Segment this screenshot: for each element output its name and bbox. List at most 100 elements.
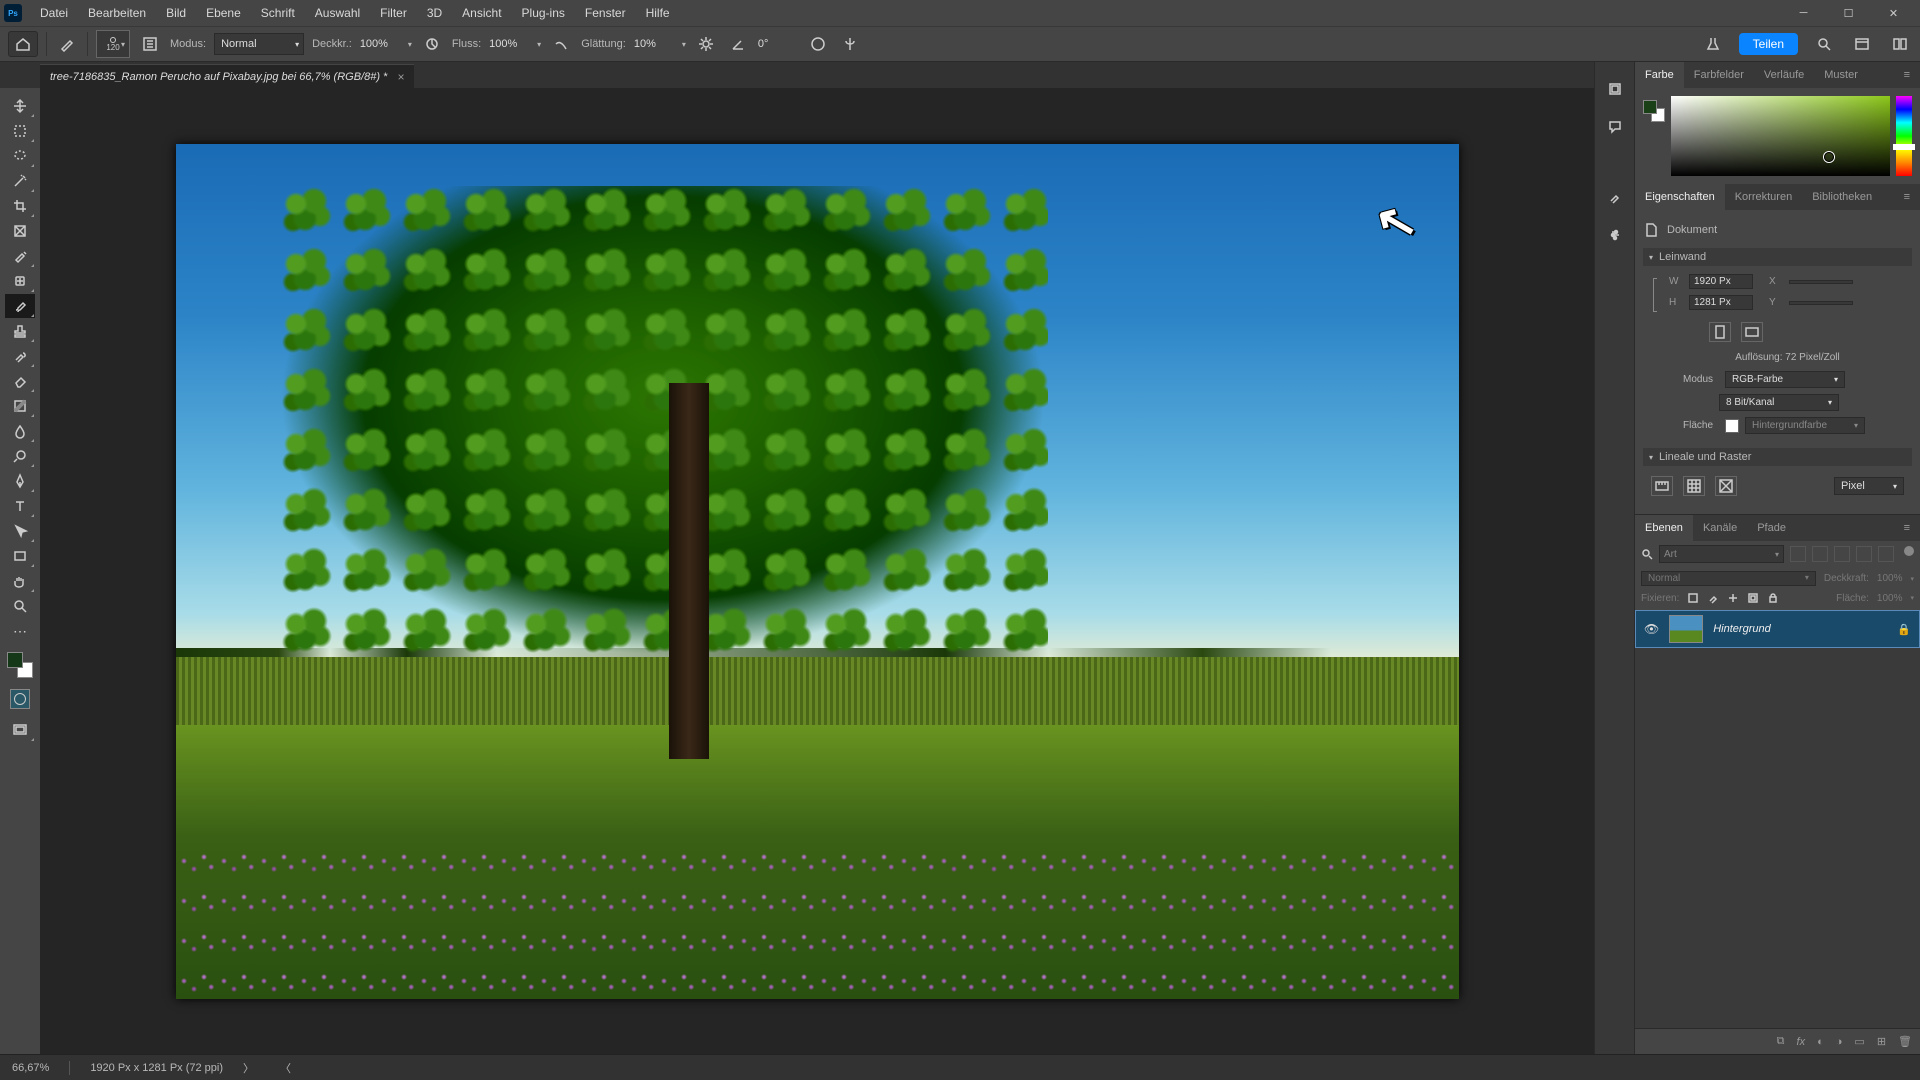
fx-icon[interactable]: fx bbox=[1797, 1036, 1806, 1048]
tab-korrekturen[interactable]: Korrekturen bbox=[1725, 184, 1802, 210]
rulers-section-header[interactable]: ▾Lineale und Raster bbox=[1643, 448, 1912, 466]
tab-bibliotheken[interactable]: Bibliotheken bbox=[1802, 184, 1882, 210]
panel-menu-icon[interactable]: ≡ bbox=[1894, 515, 1920, 541]
color-field[interactable] bbox=[1671, 96, 1890, 176]
window-maximize[interactable]: ☐ bbox=[1826, 0, 1871, 26]
tab-kanale[interactable]: Kanäle bbox=[1693, 515, 1747, 541]
color-fgbg-mini[interactable] bbox=[1643, 100, 1665, 122]
shape-tool[interactable] bbox=[5, 544, 35, 568]
lock-pixels-icon[interactable] bbox=[1687, 592, 1699, 604]
y-input[interactable] bbox=[1789, 301, 1853, 305]
zoom-level[interactable]: 66,67% bbox=[12, 1062, 49, 1074]
panel-menu-icon[interactable]: ≡ bbox=[1894, 62, 1920, 88]
adjustment-layer-icon[interactable]: ◑ bbox=[1836, 1036, 1843, 1048]
filter-shape-icon[interactable] bbox=[1856, 546, 1872, 562]
layer-row-background[interactable]: 👁 Hintergrund 🔒 bbox=[1635, 610, 1920, 648]
filter-smart-icon[interactable] bbox=[1878, 546, 1894, 562]
status-nav-left[interactable]: 〈 bbox=[280, 1060, 291, 1076]
adjustments-panel-icon[interactable] bbox=[1602, 222, 1628, 248]
tab-farbfelder[interactable]: Farbfelder bbox=[1684, 62, 1754, 88]
link-dimensions-icon[interactable] bbox=[1649, 278, 1661, 312]
layer-opacity-input[interactable]: 100% bbox=[1877, 573, 1903, 584]
workspace-icon[interactable] bbox=[1850, 32, 1874, 56]
search-icon[interactable] bbox=[1812, 32, 1836, 56]
panel-menu-icon[interactable]: ≡ bbox=[1894, 184, 1920, 210]
lock-icon[interactable]: 🔒 bbox=[1897, 623, 1911, 636]
color-mode-select[interactable]: RGB-Farbe▾ bbox=[1725, 371, 1845, 388]
width-input[interactable]: 1920 Px bbox=[1689, 274, 1753, 289]
stamp-tool[interactable] bbox=[5, 319, 35, 343]
menu-plugins[interactable]: Plug-ins bbox=[512, 0, 575, 26]
landscape-icon[interactable] bbox=[1741, 322, 1763, 342]
window-close[interactable]: ✕ bbox=[1871, 0, 1916, 26]
hand-tool[interactable] bbox=[5, 569, 35, 593]
type-tool[interactable] bbox=[5, 494, 35, 518]
healing-tool[interactable] bbox=[5, 269, 35, 293]
brush-panel-icon[interactable] bbox=[138, 32, 162, 56]
window-minimize[interactable]: ─ bbox=[1781, 0, 1826, 26]
portrait-icon[interactable] bbox=[1709, 322, 1731, 342]
link-layers-icon[interactable]: ⧉ bbox=[1777, 1035, 1785, 1048]
filter-pixel-icon[interactable] bbox=[1790, 546, 1806, 562]
pen-tool[interactable] bbox=[5, 469, 35, 493]
new-layer-icon[interactable]: ⊞ bbox=[1877, 1035, 1886, 1048]
fill-swatch[interactable] bbox=[1725, 419, 1739, 433]
layer-fill-input[interactable]: 100% bbox=[1877, 593, 1903, 604]
lock-all-icon[interactable] bbox=[1767, 592, 1779, 604]
frame-tool[interactable] bbox=[5, 219, 35, 243]
layer-name-label[interactable]: Hintergrund bbox=[1713, 623, 1770, 635]
document-dimensions[interactable]: 1920 Px x 1281 Px (72 ppi) bbox=[90, 1062, 223, 1074]
lock-position-icon[interactable] bbox=[1727, 592, 1739, 604]
layer-filter-select[interactable]: Art▾ bbox=[1659, 545, 1784, 563]
lasso-tool[interactable] bbox=[5, 144, 35, 168]
lock-paint-icon[interactable] bbox=[1707, 592, 1719, 604]
height-input[interactable]: 1281 Px bbox=[1689, 295, 1753, 310]
opacity-input[interactable]: 100% bbox=[360, 38, 400, 50]
symmetry-icon[interactable] bbox=[838, 32, 862, 56]
eyedropper-tool[interactable] bbox=[5, 244, 35, 268]
hue-slider[interactable] bbox=[1896, 96, 1912, 176]
status-chevron-icon[interactable]: 〉 bbox=[243, 1060, 254, 1076]
bit-depth-select[interactable]: 8 Bit/Kanal▾ bbox=[1719, 394, 1839, 411]
tab-muster[interactable]: Muster bbox=[1814, 62, 1868, 88]
lock-artboard-icon[interactable] bbox=[1747, 592, 1759, 604]
filter-adjust-icon[interactable] bbox=[1812, 546, 1828, 562]
path-select-tool[interactable] bbox=[5, 519, 35, 543]
blend-mode-select[interactable]: Normal▾ bbox=[214, 33, 304, 55]
comments-panel-icon[interactable] bbox=[1602, 114, 1628, 140]
move-tool[interactable] bbox=[5, 94, 35, 118]
history-brush-tool[interactable] bbox=[5, 344, 35, 368]
airbrush-icon[interactable] bbox=[549, 32, 573, 56]
opacity-pressure-icon[interactable] bbox=[420, 32, 444, 56]
quick-mask-toggle[interactable] bbox=[10, 689, 30, 709]
filter-type-icon[interactable] bbox=[1834, 546, 1850, 562]
dodge-tool[interactable] bbox=[5, 444, 35, 468]
guides-icon[interactable] bbox=[1715, 476, 1737, 496]
menu-ansicht[interactable]: Ansicht bbox=[452, 0, 511, 26]
tab-eigenschaften[interactable]: Eigenschaften bbox=[1635, 184, 1725, 210]
beaker-icon[interactable] bbox=[1701, 32, 1725, 56]
fill-select[interactable]: Hintergrundfarbe▾ bbox=[1745, 417, 1865, 434]
arrange-icon[interactable] bbox=[1888, 32, 1912, 56]
menu-auswahl[interactable]: Auswahl bbox=[305, 0, 370, 26]
menu-bearbeiten[interactable]: Bearbeiten bbox=[78, 0, 156, 26]
tab-verlaufe[interactable]: Verläufe bbox=[1754, 62, 1814, 88]
menu-filter[interactable]: Filter bbox=[370, 0, 417, 26]
share-button[interactable]: Teilen bbox=[1739, 33, 1798, 55]
home-button[interactable] bbox=[8, 31, 38, 57]
smoothing-input[interactable]: 10% bbox=[634, 38, 674, 50]
document-canvas[interactable]: ↖ bbox=[176, 144, 1459, 999]
gradient-tool[interactable] bbox=[5, 394, 35, 418]
layer-blend-select[interactable]: Normal▾ bbox=[1641, 571, 1816, 586]
delete-layer-icon[interactable]: 🗑 bbox=[1898, 1035, 1912, 1048]
flow-input[interactable]: 100% bbox=[489, 38, 529, 50]
filter-toggle[interactable] bbox=[1904, 546, 1914, 556]
canvas-section-header[interactable]: ▾Leinwand bbox=[1643, 248, 1912, 266]
screen-mode[interactable] bbox=[5, 718, 35, 742]
marquee-tool[interactable] bbox=[5, 119, 35, 143]
history-panel-icon[interactable] bbox=[1602, 76, 1628, 102]
tab-farbe[interactable]: Farbe bbox=[1635, 62, 1684, 88]
menu-ebene[interactable]: Ebene bbox=[196, 0, 251, 26]
menu-schrift[interactable]: Schrift bbox=[251, 0, 305, 26]
tab-pfade[interactable]: Pfade bbox=[1747, 515, 1796, 541]
